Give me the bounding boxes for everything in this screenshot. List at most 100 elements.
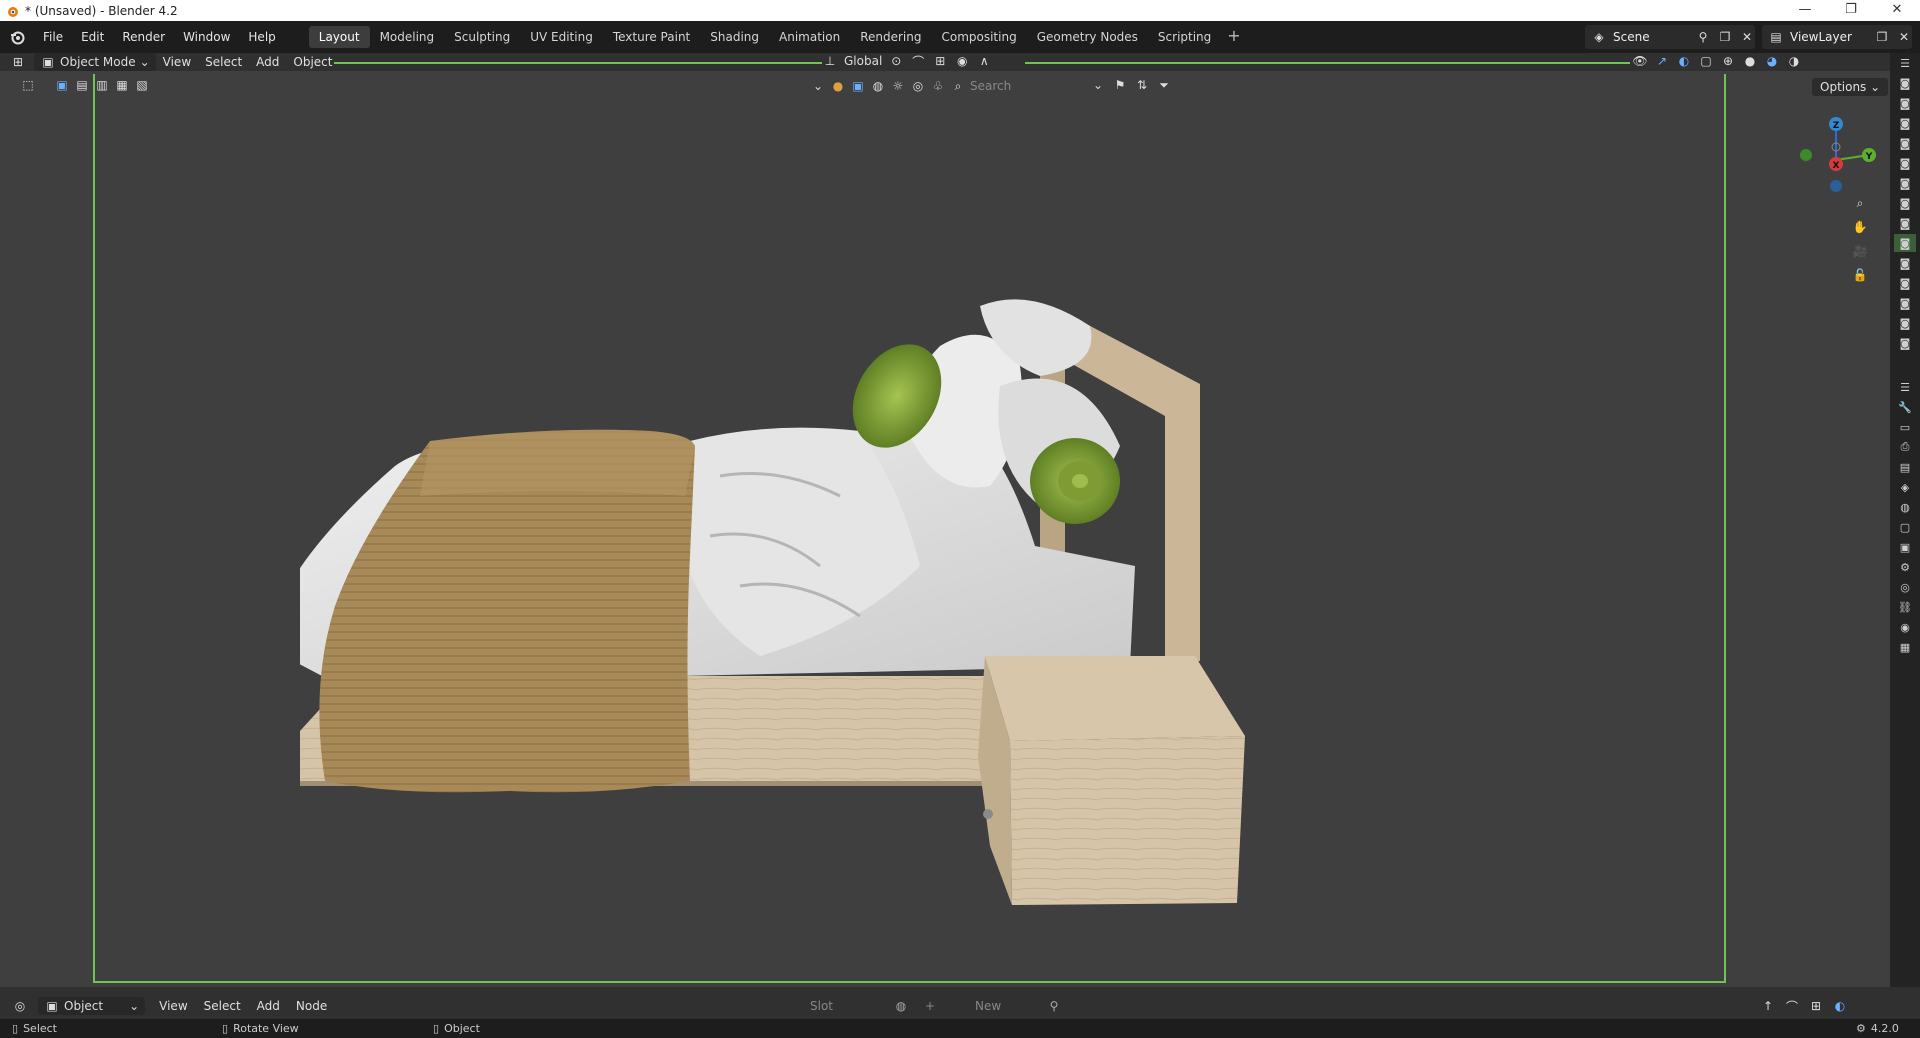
world-properties-icon[interactable]: ◍ bbox=[1894, 498, 1916, 516]
sphere-icon[interactable]: ◍ bbox=[870, 78, 886, 94]
camera-icon[interactable]: ◙ bbox=[1894, 234, 1916, 252]
tool-properties-icon[interactable]: 🔧 bbox=[1894, 398, 1916, 416]
camera-icon[interactable]: ◙ bbox=[1894, 74, 1916, 92]
shader-type-dropdown[interactable]: ▣ Object ⌄ bbox=[38, 997, 146, 1015]
select-intersect-icon[interactable]: ▧ bbox=[134, 77, 150, 93]
filter-icon[interactable]: ⏷ bbox=[1156, 77, 1172, 93]
camera-icon[interactable]: ◙ bbox=[1894, 334, 1916, 352]
material-browse-icon[interactable]: ◍ bbox=[893, 998, 909, 1014]
camera-icon[interactable]: ◙ bbox=[1894, 154, 1916, 172]
modifier-properties-icon[interactable]: ⚙ bbox=[1894, 558, 1916, 576]
tab-modeling[interactable]: Modeling bbox=[370, 26, 445, 48]
properties-toggle-icon[interactable]: ☰ bbox=[1894, 378, 1916, 396]
object-filter-icon[interactable]: ▣ bbox=[850, 78, 866, 94]
rendered-shading-icon[interactable]: ◑ bbox=[1786, 53, 1802, 69]
render-properties-icon[interactable]: ▭ bbox=[1894, 418, 1916, 436]
snap-grid-icon[interactable]: ⊞ bbox=[1808, 998, 1824, 1014]
maximize-button[interactable]: ❐ bbox=[1828, 0, 1874, 21]
add-workspace-icon[interactable]: + bbox=[1221, 26, 1246, 48]
select-new-icon[interactable]: ▣ bbox=[54, 77, 70, 93]
viewport-menu-select[interactable]: Select bbox=[198, 53, 249, 71]
tool-select-icon[interactable]: ⬚ bbox=[20, 77, 36, 93]
tab-geometry-nodes[interactable]: Geometry Nodes bbox=[1027, 26, 1148, 48]
select-invert-icon[interactable]: ▦ bbox=[114, 77, 130, 93]
camera-icon[interactable]: ◙ bbox=[1894, 94, 1916, 112]
overlay-toggle-icon[interactable]: ◐ bbox=[1832, 998, 1848, 1014]
tab-scripting[interactable]: Scripting bbox=[1148, 26, 1221, 48]
object-properties-icon[interactable]: ▣ bbox=[1894, 538, 1916, 556]
menu-edit[interactable]: Edit bbox=[72, 27, 113, 47]
outliner-toggle-icon[interactable]: ☰ bbox=[1894, 54, 1916, 72]
slot-dropdown[interactable]: Slot bbox=[810, 999, 833, 1013]
solid-shading-icon[interactable]: ● bbox=[1742, 53, 1758, 69]
tab-sculpting[interactable]: Sculpting bbox=[444, 26, 520, 48]
select-subtract-icon[interactable]: ▥ bbox=[94, 77, 110, 93]
scene-tree-icon[interactable]: ♧ bbox=[930, 78, 946, 94]
overlay-toggle-icon[interactable]: ◐ bbox=[1676, 53, 1692, 69]
menu-render[interactable]: Render bbox=[113, 27, 174, 47]
camera-icon[interactable]: ◙ bbox=[1894, 194, 1916, 212]
search-input[interactable]: Search bbox=[970, 79, 1011, 93]
lock-icon[interactable]: 🔓 bbox=[1852, 267, 1868, 283]
remove-scene-icon[interactable]: ✕ bbox=[1739, 29, 1755, 45]
camera-icon[interactable]: ◙ bbox=[1894, 314, 1916, 332]
viewport-menu-view[interactable]: View bbox=[156, 53, 198, 71]
orientation-label[interactable]: Global bbox=[844, 54, 882, 68]
light-icon[interactable]: ☼ bbox=[890, 78, 906, 94]
pan-hand-icon[interactable]: ✋ bbox=[1852, 219, 1868, 235]
sort-icon[interactable]: ⇅ bbox=[1134, 77, 1150, 93]
editor-type-icon[interactable]: ⊞ bbox=[10, 54, 26, 70]
pin-icon[interactable]: ⚲ bbox=[1046, 998, 1062, 1014]
output-properties-icon[interactable]: ⎙ bbox=[1894, 438, 1916, 456]
snap-target-icon[interactable]: ⊞ bbox=[932, 53, 948, 69]
editor-type-icon[interactable]: ◎ bbox=[12, 998, 28, 1014]
camera-view-icon[interactable]: 🎥 bbox=[1852, 243, 1868, 259]
snap-icon[interactable]: ⌒ bbox=[910, 53, 926, 69]
viewlayer-selector[interactable]: ▤ ViewLayer ❐ ✕ bbox=[1762, 25, 1912, 49]
view-layer-properties-icon[interactable]: ▤ bbox=[1894, 458, 1916, 476]
new-viewlayer-icon[interactable]: ❐ bbox=[1874, 29, 1890, 45]
zoom-icon[interactable]: ⌕ bbox=[1852, 195, 1868, 211]
tab-animation[interactable]: Animation bbox=[769, 26, 850, 48]
wireframe-shading-icon[interactable]: ⊕ bbox=[1720, 53, 1736, 69]
viewport-menu-object[interactable]: Object bbox=[286, 53, 339, 71]
parent-node-icon[interactable]: ↑ bbox=[1760, 998, 1776, 1014]
material-shading-icon[interactable]: ◕ bbox=[1764, 53, 1780, 69]
options-button[interactable]: Options ⌄ bbox=[1812, 78, 1889, 96]
viewport-search[interactable]: ⌄ ● ▣ ◍ ☼ ◎ ♧ ⌕ Search bbox=[810, 77, 1011, 95]
new-scene-icon[interactable]: ❐ bbox=[1717, 29, 1733, 45]
gizmo-toggle-icon[interactable]: ↗ bbox=[1654, 53, 1670, 69]
camera-icon[interactable]: ◙ bbox=[1894, 254, 1916, 272]
visibility-icon[interactable]: 👁 bbox=[1632, 53, 1648, 69]
camera-icon[interactable]: ◙ bbox=[1894, 134, 1916, 152]
camera-icon[interactable]: ◙ bbox=[1894, 114, 1916, 132]
minimize-button[interactable]: — bbox=[1782, 0, 1828, 21]
blender-menu-icon[interactable] bbox=[0, 29, 34, 45]
proportional-edit-icon[interactable]: ◉ bbox=[954, 53, 970, 69]
menu-window[interactable]: Window bbox=[174, 27, 239, 47]
snap-icon[interactable]: ⌒ bbox=[1784, 998, 1800, 1014]
3d-viewport[interactable]: ⬚ ▣ ▤ ▥ ▦ ▧ ⌄ ● ▣ ◍ ☼ ◎ ♧ ⌕ Search ⌄ ⚑ ⇅… bbox=[0, 71, 1890, 987]
shader-menu-add[interactable]: Add bbox=[249, 999, 288, 1013]
new-material-button[interactable]: New bbox=[975, 999, 1001, 1013]
physics-properties-icon[interactable]: ◎ bbox=[1894, 578, 1916, 596]
tab-compositing[interactable]: Compositing bbox=[931, 26, 1026, 48]
tab-uv-editing[interactable]: UV Editing bbox=[520, 26, 603, 48]
bookmark-icon[interactable]: ⚑ bbox=[1112, 77, 1128, 93]
viewport-menu-add[interactable]: Add bbox=[249, 53, 286, 71]
close-button[interactable]: ✕ bbox=[1874, 0, 1920, 21]
data-properties-icon[interactable]: ◉ bbox=[1894, 618, 1916, 636]
add-material-icon[interactable]: + bbox=[922, 998, 938, 1014]
falloff-icon[interactable]: ∧ bbox=[976, 53, 992, 69]
world-icon[interactable]: ◎ bbox=[910, 78, 926, 94]
tab-layout[interactable]: Layout bbox=[308, 26, 370, 48]
camera-icon[interactable]: ◙ bbox=[1894, 214, 1916, 232]
mode-dropdown[interactable]: ▣ Object Mode ⌄ bbox=[34, 53, 156, 71]
tab-texture-paint[interactable]: Texture Paint bbox=[603, 26, 700, 48]
navigation-gizmo[interactable]: Z Y X bbox=[1790, 109, 1880, 199]
xray-toggle-icon[interactable]: ▢ bbox=[1698, 53, 1714, 69]
texture-properties-icon[interactable]: ▦ bbox=[1894, 638, 1916, 656]
select-extend-icon[interactable]: ▤ bbox=[74, 77, 90, 93]
camera-icon[interactable]: ◙ bbox=[1894, 294, 1916, 312]
collection-properties-icon[interactable]: ▢ bbox=[1894, 518, 1916, 536]
